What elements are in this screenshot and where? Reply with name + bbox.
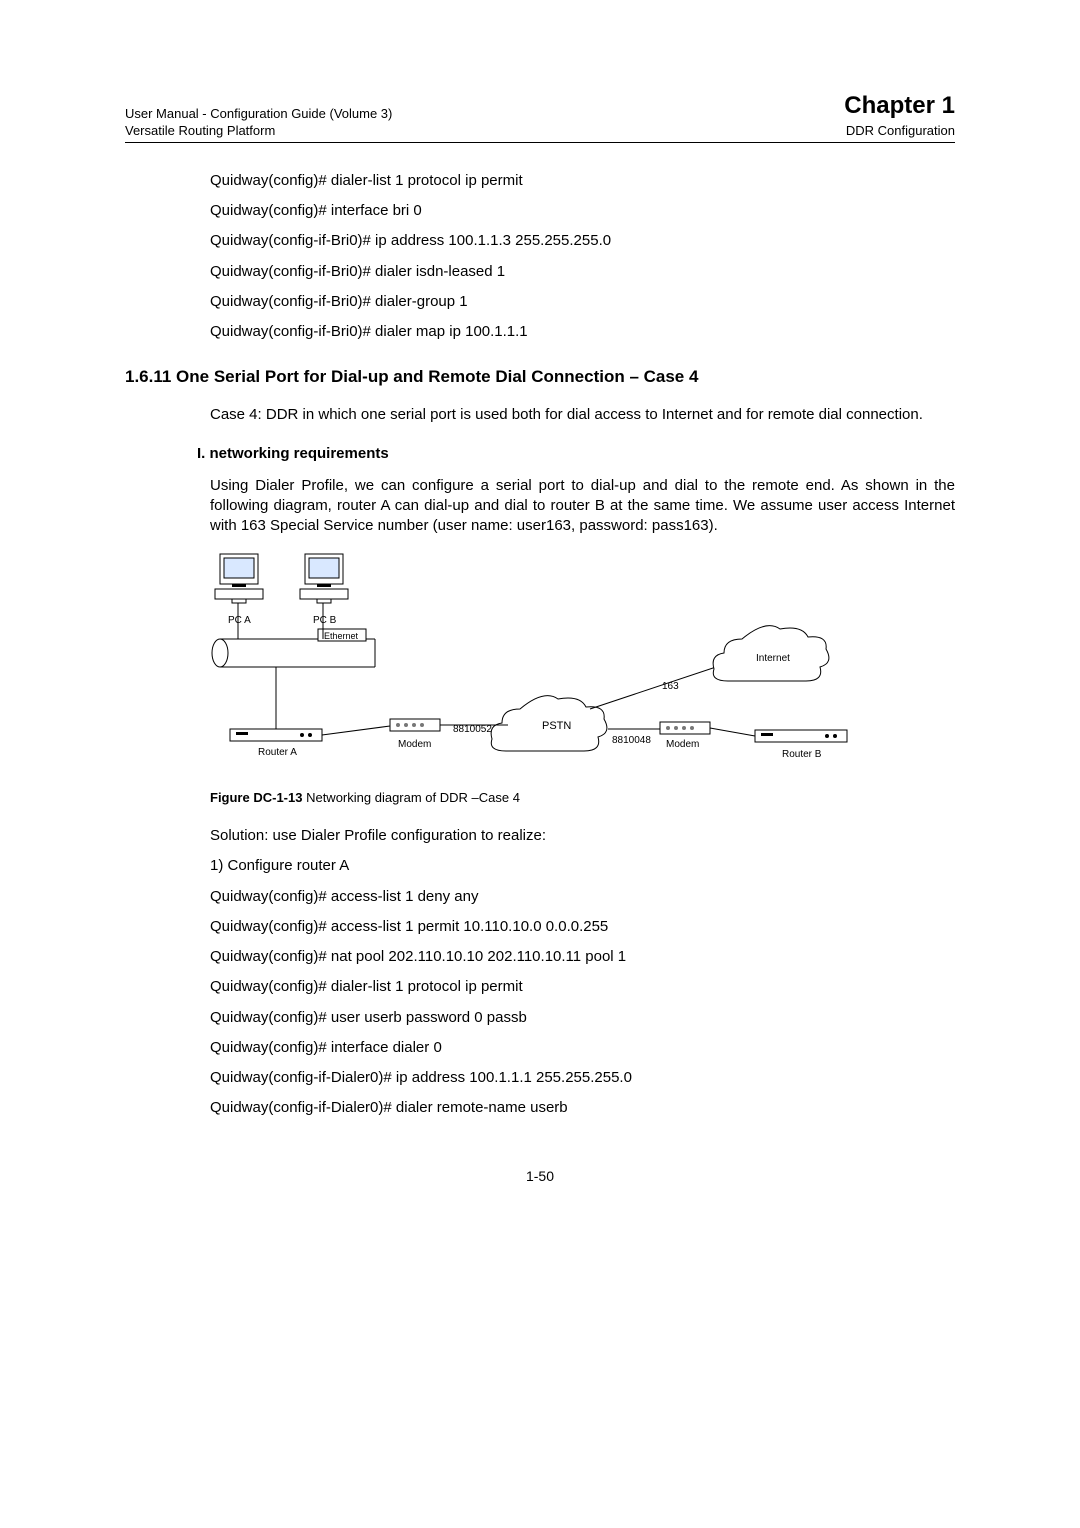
config-step: 1) Configure router A [210,856,955,876]
header-left: User Manual - Configuration Guide (Volum… [125,105,392,140]
network-diagram: PC A PC B Ethernet Router A Modem 881005… [210,549,860,779]
chapter-title: Chapter 1 [844,90,955,122]
section-heading: 1.6.11 One Serial Port for Dial-up and R… [125,366,955,389]
modem-left-icon [390,719,440,731]
page-header: User Manual - Configuration Guide (Volum… [125,90,955,143]
modem-right-icon [660,722,710,734]
cli-line: Quidway(config)# access-list 1 deny any [210,887,955,907]
router-a-icon [230,729,322,741]
cli-line: Quidway(config-if-Bri0)# ip address 100.… [210,231,955,251]
router-a-label: Router A [258,747,297,758]
cli-line: Quidway(config-if-Dialer0)# dialer remot… [210,1098,955,1118]
cli-line: Quidway(config)# dialer-list 1 protocol … [210,977,955,997]
figure-prefix: Figure DC-1-13 [210,790,302,805]
page-number: 1-50 [125,1167,955,1186]
header-left-bottom: Versatile Routing Platform [125,122,392,140]
cli-line: Quidway(config)# user userb password 0 p… [210,1008,955,1028]
pstn-label: PSTN [542,720,571,732]
chapter-subtitle: DDR Configuration [844,122,955,140]
requirements-text: Using Dialer Profile, we can configure a… [210,476,955,537]
cli-line: Quidway(config-if-Bri0)# dialer isdn-lea… [210,262,955,282]
num-left-label: 8810052 [453,724,492,735]
ethernet-terminator-icon [212,639,228,667]
router-b-icon [755,730,847,742]
figure-caption: Figure DC-1-13 Networking diagram of DDR… [210,789,955,807]
header-left-top: User Manual - Configuration Guide (Volum… [125,105,392,123]
modem-left-label: Modem [398,739,431,750]
cli-line: Quidway(config-if-Dialer0)# ip address 1… [210,1068,955,1088]
pc-b-icon [300,554,348,603]
internet-label: Internet [756,653,790,664]
cli-line: Quidway(config-if-Bri0)# dialer-group 1 [210,292,955,312]
figure-text: Networking diagram of DDR –Case 4 [302,790,519,805]
cli-line: Quidway(config)# interface dialer 0 [210,1038,955,1058]
subsection-heading: I. networking requirements [197,444,955,464]
cli-line: Quidway(config)# nat pool 202.110.10.10 … [210,947,955,967]
header-right: Chapter 1 DDR Configuration [844,90,955,140]
solution-text: Solution: use Dialer Profile configurati… [210,826,955,846]
num-right-label: 8810048 [612,735,651,746]
modem-right-label: Modem [666,739,699,750]
router-b-label: Router B [782,749,822,760]
cli-line: Quidway(config-if-Bri0)# dialer map ip 1… [210,322,955,342]
n163-label: 163 [662,681,679,692]
cli-line: Quidway(config)# access-list 1 permit 10… [210,917,955,937]
cli-line: Quidway(config)# interface bri 0 [210,201,955,221]
ethernet-label: Ethernet [324,631,359,641]
pc-b-label: PC B [313,615,337,626]
pc-a-icon [215,554,263,603]
cli-line: Quidway(config)# dialer-list 1 protocol … [210,171,955,191]
pc-a-label: PC A [228,615,251,626]
case-description: Case 4: DDR in which one serial port is … [210,405,955,425]
